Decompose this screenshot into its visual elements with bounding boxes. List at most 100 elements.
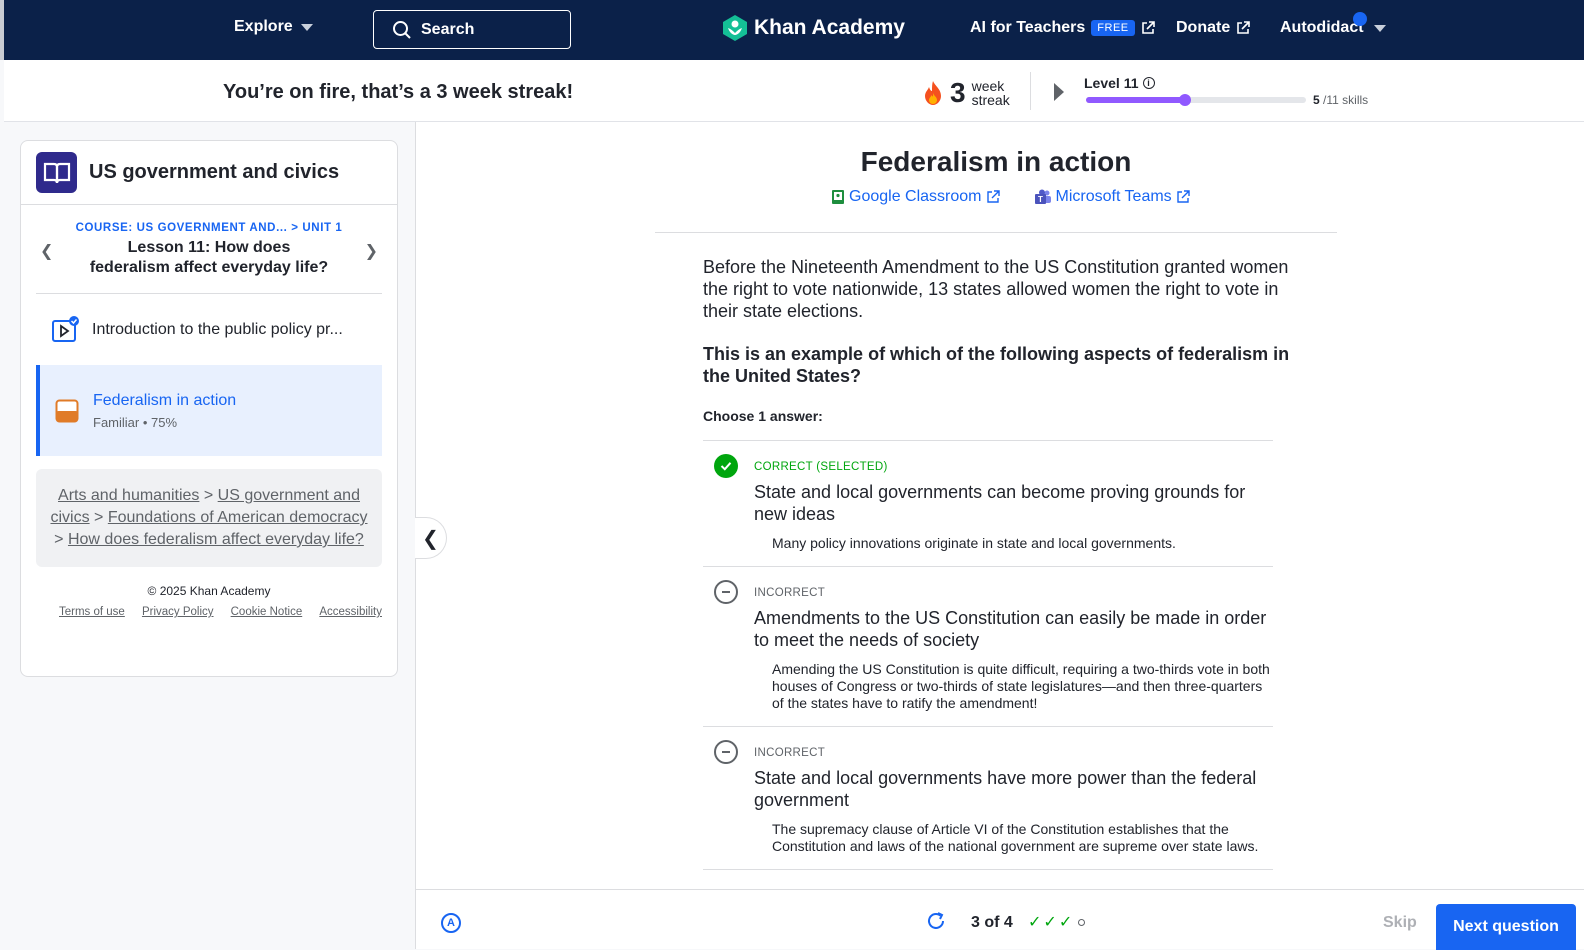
skills-done: 5 <box>1313 93 1320 107</box>
info-icon[interactable]: i <box>1142 77 1155 89</box>
streak-unit: week streak <box>972 79 1010 107</box>
breadcrumb: Arts and humanities > US government and … <box>36 469 382 567</box>
sidebar-item-text: Federalism in action Familiar • 75% <box>93 392 236 430</box>
explore-label: Explore <box>234 18 293 35</box>
next-question-button[interactable]: Next question <box>1436 904 1576 950</box>
page-title: Federalism in action <box>860 146 1132 177</box>
refresh-icon[interactable] <box>925 910 947 938</box>
privacy-link[interactable]: Privacy Policy <box>142 606 214 618</box>
cookie-link[interactable]: Cookie Notice <box>231 606 303 618</box>
sidebar-item-exercise[interactable]: Federalism in action Familiar • 75% <box>36 365 382 456</box>
streak-bar: You’re on fire, that’s a 3 week streak! … <box>4 60 1584 122</box>
video-icon <box>52 315 79 342</box>
lesson-nav: ❮ COURSE: US GOVERNMENT AND... > UNIT 1 … <box>36 205 382 294</box>
choice-answer: State and local governments have more po… <box>754 768 1257 810</box>
choice-answer: State and local governments can become p… <box>754 482 1246 524</box>
crumb-unit[interactable]: UNIT 1 <box>302 222 342 234</box>
explore-menu[interactable]: Explore <box>234 18 313 36</box>
book-icon <box>36 152 77 193</box>
exercise-panel: Federalism in action Google Classroom T … <box>416 122 1584 890</box>
skills-count: 5 /11 skills <box>1313 93 1368 107</box>
google-classroom-link[interactable]: Google Classroom <box>831 188 1000 206</box>
sidebar-item-label: Federalism in action <box>93 391 237 409</box>
streak-number: 3 <box>950 77 966 108</box>
choice-status: INCORRECT <box>754 747 826 759</box>
course-header[interactable]: US government and civics <box>21 141 397 205</box>
search-icon <box>393 20 411 39</box>
crumb-separator: > <box>291 222 299 234</box>
choice-status: INCORRECT <box>754 587 826 599</box>
breadcrumb-link[interactable]: Arts and humanities <box>58 487 199 504</box>
chevron-left-icon[interactable]: ❮ <box>40 241 53 261</box>
exercise-icon <box>55 399 79 422</box>
question-prompt: This is an example of which of the follo… <box>703 344 1290 386</box>
ai-for-teachers-link[interactable]: AI for Teachers FREE <box>970 19 1155 37</box>
check-icon <box>714 454 738 478</box>
sidebar-item-video[interactable]: Introduction to the public policy pr... <box>36 294 382 365</box>
lesson-title: Lesson 11: How does federalism affect ev… <box>89 239 329 276</box>
question-progress: 3 of 4 <box>971 914 1013 931</box>
external-link-icon <box>1141 21 1155 34</box>
level-progress-knob <box>1179 94 1191 106</box>
google-classroom-label: Google Classroom <box>849 188 982 205</box>
choice-rationale: The supremacy clause of Article VI of th… <box>772 821 1259 854</box>
microsoft-teams-link[interactable]: T Microsoft Teams <box>1034 188 1190 206</box>
external-link-icon <box>1237 21 1251 34</box>
logo-text: Khan Academy <box>754 16 905 39</box>
crumb-course[interactable]: COURSE: US GOVERNMENT AND... <box>76 222 288 234</box>
level-progress-bar <box>1086 94 1306 106</box>
skip-button[interactable]: Skip <box>1383 914 1417 932</box>
check-icon: ✓ <box>1058 914 1073 931</box>
search-label: Search <box>421 20 475 38</box>
terms-link[interactable]: Terms of use <box>59 606 125 618</box>
check-icon: ✓ <box>1043 914 1057 931</box>
external-link-icon <box>986 190 1000 203</box>
progress-ticks: ✓ ✓ ✓ <box>1028 912 1086 932</box>
chevron-right-icon[interactable]: ❯ <box>365 241 378 261</box>
answer-choice[interactable]: INCORRECT Amendments to the US Constitut… <box>703 567 1273 727</box>
breadcrumb-link[interactable]: Foundations of American democracy <box>108 509 368 526</box>
empty-dot-icon <box>1078 918 1086 926</box>
svg-text:T: T <box>1038 195 1043 204</box>
top-nav: Explore Search Khan Academy AI for Teach… <box>0 0 1584 60</box>
check-icon: ✓ <box>1028 914 1042 931</box>
answer-choice[interactable]: INCORRECT State and local governments ha… <box>703 727 1273 870</box>
streak-counter[interactable]: 3 week streak <box>922 77 1010 109</box>
logo-icon <box>723 15 747 41</box>
choose-instruction: Choose 1 answer: <box>703 408 823 424</box>
accessibility-icon[interactable]: A <box>441 913 461 933</box>
answer-choices: CORRECT (SELECTED) State and local gover… <box>703 440 1273 870</box>
choice-status: CORRECT (SELECTED) <box>754 461 888 473</box>
user-menu[interactable]: Autodidact <box>1280 19 1386 37</box>
play-icon[interactable] <box>1054 83 1064 101</box>
streak-unit-streak: streak <box>971 92 1010 108</box>
breadcrumb-link[interactable]: How does federalism affect everyday life… <box>68 531 364 548</box>
khan-academy-logo[interactable]: Khan Academy <box>722 14 905 42</box>
microsoft-teams-icon: T <box>1034 189 1051 204</box>
accessibility-link[interactable]: Accessibility <box>319 606 382 618</box>
search-button[interactable]: Search <box>373 10 571 49</box>
donate-label: Donate <box>1176 19 1231 36</box>
minus-circle-icon <box>714 580 738 604</box>
google-classroom-icon <box>832 190 844 204</box>
course-card: US government and civics ❮ COURSE: US GO… <box>20 140 398 677</box>
donate-link[interactable]: Donate <box>1176 19 1251 37</box>
user-name: Autodidact <box>1280 19 1364 36</box>
level-label: Level 11 i <box>1084 75 1155 91</box>
answer-choice[interactable]: CORRECT (SELECTED) State and local gover… <box>703 441 1273 567</box>
sidebar-item-sub: Familiar • 75% <box>93 414 178 430</box>
notification-dot <box>1353 12 1367 26</box>
external-link-icon <box>1176 190 1190 203</box>
copyright: © 2025 Khan Academy <box>147 584 271 598</box>
course-title: US government and civics <box>89 161 340 183</box>
bottom-bar: A 3 of 4 ✓ ✓ ✓ Skip Next question <box>416 889 1584 950</box>
choice-answer: Amendments to the US Constitution can ea… <box>754 608 1267 650</box>
divider <box>1030 72 1031 110</box>
flame-icon <box>925 81 941 105</box>
level-progress-fill <box>1086 97 1185 103</box>
footer-links: Terms of use Privacy Policy Cookie Notic… <box>21 606 397 618</box>
sidebar-item-label: Introduction to the public policy pr... <box>92 320 343 338</box>
left-sidebar: US government and civics ❮ COURSE: US GO… <box>4 122 416 949</box>
divider <box>655 232 1337 233</box>
minus-circle-icon <box>714 740 738 764</box>
